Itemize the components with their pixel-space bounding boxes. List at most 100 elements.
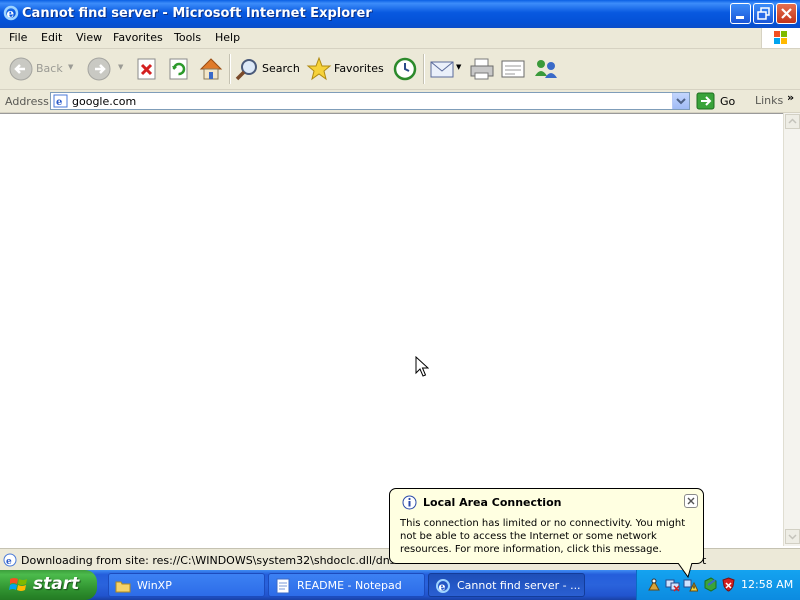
favorites-label: Favorites bbox=[334, 62, 384, 75]
folder-icon bbox=[115, 581, 131, 593]
vertical-scrollbar[interactable] bbox=[783, 113, 800, 546]
messenger-button[interactable] bbox=[532, 49, 560, 89]
menu-help[interactable]: Help bbox=[215, 31, 240, 44]
page-content[interactable] bbox=[0, 113, 783, 547]
system-tray: 12:58 AM bbox=[636, 570, 800, 600]
print-button[interactable] bbox=[469, 49, 495, 89]
printer-icon bbox=[470, 58, 494, 80]
stop-button[interactable] bbox=[134, 49, 160, 89]
menu-tools[interactable]: Tools bbox=[174, 31, 201, 44]
back-button[interactable]: Back ▼ bbox=[6, 49, 76, 89]
network-tools-icon[interactable] bbox=[647, 577, 662, 592]
address-dropdown-button[interactable] bbox=[672, 93, 689, 109]
favorites-star-icon bbox=[306, 56, 332, 81]
menu-favorites[interactable]: Favorites bbox=[113, 31, 163, 44]
links-chevron-icon[interactable]: » bbox=[787, 91, 794, 104]
menu-edit[interactable]: Edit bbox=[41, 31, 62, 44]
page-icon: e bbox=[53, 94, 68, 108]
window-title: Cannot find server - Microsoft Internet … bbox=[22, 6, 372, 21]
windows-flag-icon bbox=[774, 31, 787, 44]
taskbar-button-ie[interactable]: e Cannot find server - ... bbox=[428, 573, 585, 597]
restore-icon bbox=[757, 7, 770, 20]
address-url: google.com bbox=[72, 95, 137, 108]
forward-dropdown-icon[interactable]: ▼ bbox=[118, 63, 123, 71]
forward-button[interactable]: ▼ bbox=[86, 49, 126, 89]
address-bar: Address e google.com Go Links » bbox=[0, 90, 800, 113]
mouse-pointer-icon bbox=[415, 356, 429, 377]
windows-flag-icon bbox=[9, 578, 27, 591]
minimize-button[interactable] bbox=[730, 3, 751, 24]
start-label: start bbox=[33, 574, 80, 594]
security-center-shield-icon[interactable] bbox=[721, 577, 736, 592]
refresh-icon bbox=[169, 58, 188, 80]
history-icon bbox=[393, 57, 417, 81]
scroll-up-arrow-icon bbox=[788, 118, 797, 124]
network-connection-icon[interactable] bbox=[665, 577, 680, 592]
menu-view[interactable]: View bbox=[76, 31, 102, 44]
windows-logo-throbber bbox=[761, 28, 800, 48]
edit-document-icon bbox=[501, 60, 525, 78]
back-dropdown-icon[interactable]: ▼ bbox=[68, 63, 73, 71]
address-label: Address bbox=[5, 95, 49, 108]
taskbar-button-label: Cannot find server - ... bbox=[457, 579, 581, 592]
links-toolbar-label[interactable]: Links bbox=[755, 94, 783, 107]
start-button[interactable]: start bbox=[0, 570, 97, 600]
back-arrow-icon bbox=[9, 57, 33, 81]
search-label: Search bbox=[262, 62, 300, 75]
svg-text:e: e bbox=[6, 557, 12, 567]
refresh-button[interactable] bbox=[166, 49, 192, 89]
svg-text:e: e bbox=[56, 97, 62, 108]
info-icon bbox=[402, 495, 417, 510]
chevron-down-icon bbox=[676, 98, 686, 105]
scroll-down-button[interactable] bbox=[785, 529, 800, 544]
svg-text:e: e bbox=[7, 7, 15, 21]
taskbar-button-winxp[interactable]: WinXP bbox=[108, 573, 265, 597]
limited-connectivity-warning-icon[interactable] bbox=[683, 577, 698, 592]
close-icon bbox=[781, 8, 792, 19]
menu-file[interactable]: File bbox=[9, 31, 27, 44]
scroll-down-arrow-icon bbox=[788, 534, 797, 540]
standard-toolbar: Back ▼ ▼ Search Favorites ▼ bbox=[0, 49, 800, 90]
menu-bar: File Edit View Favorites Tools Help bbox=[0, 28, 800, 49]
search-icon bbox=[235, 59, 257, 81]
edit-button[interactable] bbox=[500, 49, 526, 89]
loading-page-icon: e bbox=[3, 553, 17, 567]
address-input[interactable]: e google.com bbox=[50, 92, 690, 110]
restore-button[interactable] bbox=[753, 3, 774, 24]
history-button[interactable] bbox=[390, 49, 418, 89]
updates-icon[interactable] bbox=[703, 577, 718, 592]
status-text: Downloading from site: res://C:\WINDOWS\… bbox=[21, 554, 436, 567]
mail-icon bbox=[430, 61, 454, 78]
close-icon bbox=[687, 497, 695, 505]
go-label: Go bbox=[720, 95, 736, 108]
balloon-close-button[interactable] bbox=[684, 494, 698, 508]
taskbar-button-notepad[interactable]: README - Notepad bbox=[268, 573, 425, 597]
svg-text:e: e bbox=[439, 581, 446, 594]
toolbar-separator bbox=[229, 54, 231, 84]
close-window-button[interactable] bbox=[776, 3, 797, 24]
toolbar-separator bbox=[423, 54, 425, 84]
balloon-tail bbox=[678, 563, 693, 579]
messenger-icon bbox=[535, 60, 557, 78]
stop-icon bbox=[137, 58, 156, 80]
go-arrow-icon bbox=[696, 92, 715, 110]
taskbar-clock[interactable]: 12:58 AM bbox=[741, 578, 793, 591]
internet-explorer-icon: e bbox=[3, 5, 19, 21]
search-button[interactable]: Search bbox=[234, 49, 300, 89]
minimize-icon bbox=[736, 16, 744, 19]
home-icon bbox=[199, 58, 223, 80]
favorites-button[interactable]: Favorites bbox=[306, 49, 384, 89]
go-button[interactable]: Go bbox=[696, 92, 746, 110]
home-button[interactable] bbox=[197, 49, 225, 89]
mail-button[interactable]: ▼ bbox=[429, 49, 465, 89]
notification-balloon[interactable]: Local Area Connection This connection ha… bbox=[389, 488, 704, 579]
internet-explorer-icon: e bbox=[436, 579, 450, 594]
back-label: Back bbox=[36, 62, 63, 75]
forward-arrow-icon bbox=[87, 57, 111, 81]
notepad-icon bbox=[276, 578, 290, 594]
taskbar-button-label: README - Notepad bbox=[297, 579, 402, 592]
taskbar-button-label: WinXP bbox=[137, 579, 172, 592]
window-titlebar[interactable]: e Cannot find server - Microsoft Interne… bbox=[0, 0, 800, 28]
scroll-up-button[interactable] bbox=[785, 114, 800, 129]
mail-dropdown-icon[interactable]: ▼ bbox=[456, 63, 461, 71]
